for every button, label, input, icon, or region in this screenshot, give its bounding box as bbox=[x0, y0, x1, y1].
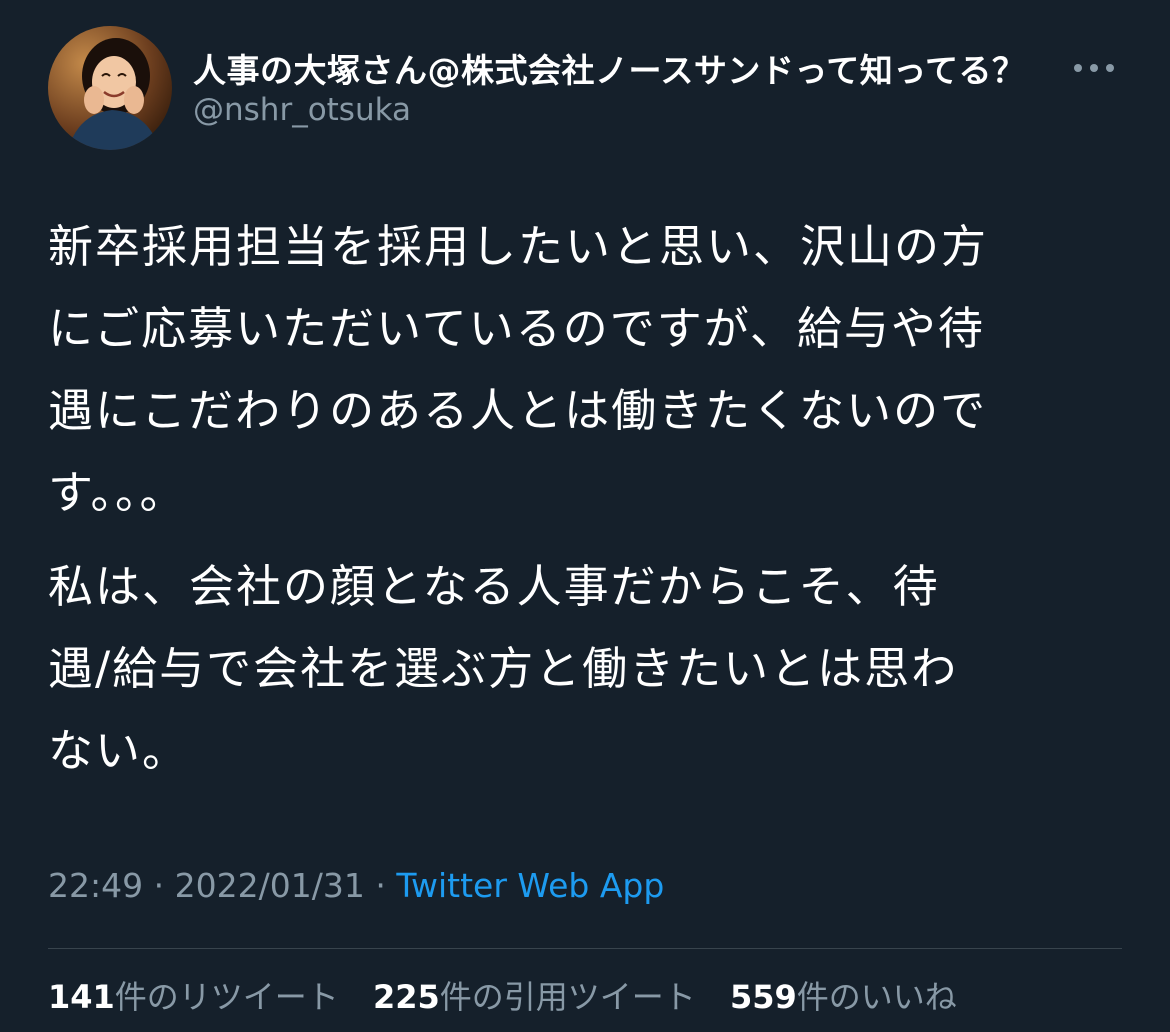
retweet-count: 141 bbox=[48, 978, 115, 1016]
author-name[interactable]: 人事の大塚さん@株式会社ノースサンドって知ってる？ bbox=[193, 44, 1026, 92]
more-horizontal-icon[interactable] bbox=[1068, 54, 1120, 82]
engagement-stats: 141件のリツイート 225件の引用ツイート 559件のいいね bbox=[48, 972, 981, 1018]
tweet-paragraph: 私は、会社の顔となる人事だからこそ、待 遇/給与で会社を選ぶ方と働きたいとは思わ… bbox=[48, 560, 959, 777]
like-count: 559 bbox=[729, 978, 797, 1016]
avatar-photo bbox=[48, 26, 172, 150]
quote-label: 件の引用ツイート bbox=[439, 978, 696, 1016]
divider bbox=[48, 948, 1122, 949]
likes-stat[interactable]: 559件のいいね bbox=[730, 972, 957, 1018]
avatar[interactable] bbox=[48, 26, 172, 150]
like-label: 件のいいね bbox=[796, 978, 957, 1016]
author-handle[interactable]: @nshr_otsuka bbox=[193, 92, 411, 128]
meta-separator: · bbox=[375, 866, 386, 905]
tweet-date[interactable]: 2022/01/31 bbox=[175, 866, 365, 905]
quotes-stat[interactable]: 225件の引用ツイート bbox=[373, 972, 696, 1018]
meta-separator: · bbox=[153, 866, 165, 905]
tweet-source-link[interactable]: Twitter Web App bbox=[396, 866, 664, 905]
tweet-paragraph: 新卒採用担当を採用したいと思い、沢山の方 にご応募いただいているのですが、給与や… bbox=[48, 220, 989, 519]
tweet-meta: 22:49 · 2022/01/31 · Twitter Web App bbox=[48, 866, 664, 905]
retweets-stat[interactable]: 141件のリツイート bbox=[48, 972, 339, 1018]
tweet-text: 新卒採用担当を採用したいと思い、沢山の方 にご応募いただいているのですが、給与や… bbox=[48, 206, 1128, 804]
tweet-detail: 人事の大塚さん@株式会社ノースサンドって知ってる？ @nshr_otsuka 新… bbox=[0, 0, 1170, 1032]
tweet-time[interactable]: 22:49 bbox=[48, 866, 143, 905]
quote-count: 225 bbox=[372, 978, 440, 1016]
retweet-label: 件のリツイート bbox=[114, 978, 339, 1016]
